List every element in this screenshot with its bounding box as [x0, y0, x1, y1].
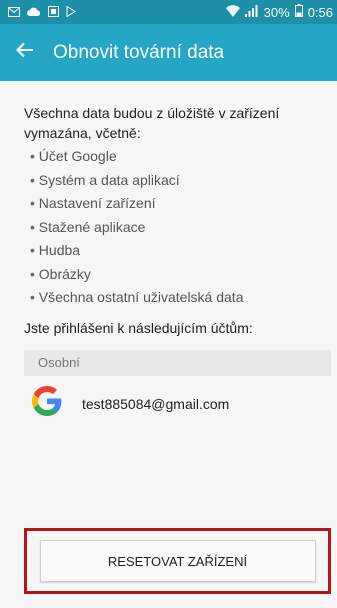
list-item: Všechna ostatní uživatelská data [30, 286, 337, 310]
back-button[interactable] [7, 35, 43, 71]
list-item: Hudba [30, 239, 337, 263]
system-status: 30% 0:56 [225, 4, 333, 20]
data-list: Účet Google Systém a data aplikací Nasta… [30, 145, 337, 310]
battery-percent: 30% [263, 4, 290, 20]
notification-icons [8, 5, 76, 20]
message-icon [8, 5, 20, 20]
app-bar: Obnovit tovární data [0, 24, 337, 81]
list-item: Nastavení zařízení [30, 192, 337, 216]
arrow-back-icon [16, 42, 34, 63]
google-logo-icon [32, 386, 62, 421]
signal-icon [244, 4, 259, 20]
list-item: Stažené aplikace [30, 216, 337, 240]
content: Všechna data budou z úložiště v zařízení… [0, 81, 337, 422]
intro-text: Všechna data budou z úložiště v zařízení… [24, 105, 280, 141]
list-item: Obrázky [30, 263, 337, 287]
highlight-frame: RESETOVAT ZAŘÍZENÍ [24, 528, 331, 594]
play-store-icon [66, 5, 76, 20]
list-item: Účet Google [30, 145, 337, 169]
gallery-icon [48, 5, 59, 20]
cloud-icon [27, 5, 41, 20]
clock: 0:56 [307, 4, 333, 20]
account-email: test885084@gmail.com [82, 395, 230, 412]
page-title: Obnovit tovární data [53, 41, 225, 63]
accounts-label: Jste přihlášeni k následujícím účtům: [24, 319, 253, 336]
reset-device-button[interactable]: RESETOVAT ZAŘÍZENÍ [39, 540, 316, 582]
account-row: test885084@gmail.com [32, 386, 337, 422]
battery-icon [294, 4, 303, 20]
wifi-icon [225, 4, 240, 20]
section-header-personal: Osobní [24, 349, 331, 376]
list-item: Systém a data aplikací [30, 169, 337, 193]
status-bar: 30% 0:56 [0, 0, 337, 24]
